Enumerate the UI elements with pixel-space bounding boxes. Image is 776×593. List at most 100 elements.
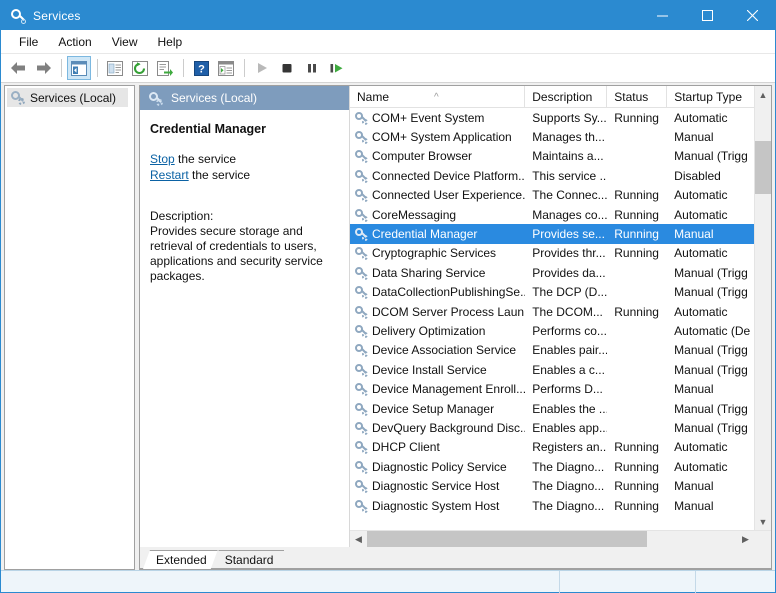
horizontal-scrollbar[interactable]: ◀ ▶ xyxy=(350,530,771,548)
tab-extended[interactable]: Extended xyxy=(143,550,218,569)
cell-startup: Automatic xyxy=(674,304,728,319)
show-hide-action-pane-icon[interactable] xyxy=(214,56,238,80)
services-gear-icon xyxy=(10,90,25,105)
toolbar: ? xyxy=(1,54,775,83)
cell-name-label: DCOM Server Process Laun... xyxy=(372,304,526,319)
forward-icon[interactable] xyxy=(31,56,55,80)
cell-name: Device Install Service xyxy=(350,363,525,377)
table-row[interactable]: DHCP Client Registers an... Running Automat… xyxy=(350,438,754,457)
menu-action[interactable]: Action xyxy=(48,32,101,52)
cell-name: DCOM Server Process Laun... xyxy=(350,305,525,319)
table-row[interactable]: Delivery Optimization Performs co... Autom… xyxy=(350,321,754,340)
stop-service-icon[interactable] xyxy=(275,56,299,80)
table-row[interactable]: Device Association Service Enables pair..… xyxy=(350,341,754,360)
window-title: Services xyxy=(33,8,81,23)
services-list-rows: COM+ Event System Supports Sy... Running Au… xyxy=(350,108,754,530)
column-header-description[interactable]: Description xyxy=(525,86,608,108)
cell-startup: Manual xyxy=(674,382,714,397)
minimize-icon[interactable] xyxy=(640,1,685,30)
show-hide-console-tree-icon[interactable] xyxy=(67,56,91,80)
table-row[interactable]: Credential Manager Provides se... Running M… xyxy=(350,224,754,244)
services-gear-icon xyxy=(354,460,368,474)
column-header-name[interactable]: Name ^ xyxy=(350,86,526,108)
cell-description: Enables the ... xyxy=(532,401,608,416)
column-header-name-label: Name xyxy=(357,89,390,104)
table-row[interactable]: Device Setup Manager Enables the ... Manua… xyxy=(350,399,754,418)
back-icon[interactable] xyxy=(6,56,30,80)
services-list-inner: Name ^ Description Status Startup Type C… xyxy=(350,86,771,530)
cell-name: Device Association Service xyxy=(350,343,525,358)
chevron-up-icon[interactable]: ▲ xyxy=(755,86,771,103)
detail-pane-header: Services (Local) xyxy=(140,86,349,110)
cell-name: Device Management Enroll... xyxy=(350,382,525,397)
table-row[interactable]: Device Install Service Enables a c... Manu… xyxy=(350,360,754,379)
table-row[interactable]: DataCollectionPublishingSe... The DCP (D.… xyxy=(350,283,754,302)
cell-name-label: Connected Device Platform... xyxy=(372,168,526,183)
cell-name: Diagnostic Service Host xyxy=(350,479,525,494)
cell-startup: Disabled xyxy=(674,168,721,183)
menu-help[interactable]: Help xyxy=(148,32,193,52)
table-row[interactable]: COM+ System Application Manages th... Manu… xyxy=(350,127,754,146)
svg-text:?: ? xyxy=(198,63,205,75)
vertical-scrollbar[interactable]: ▲ ▼ xyxy=(754,86,771,530)
column-header-status[interactable]: Status xyxy=(607,86,668,108)
export-list-icon[interactable] xyxy=(153,56,177,80)
horizontal-scroll-track[interactable] xyxy=(367,530,737,548)
cell-startup: Automatic xyxy=(674,110,728,125)
chevron-right-icon[interactable]: ▶ xyxy=(737,534,754,545)
table-row[interactable]: Diagnostic System Host The Diagno... Runni… xyxy=(350,496,754,515)
help-icon[interactable]: ? xyxy=(189,56,213,80)
services-gear-icon xyxy=(354,188,368,203)
service-detail-pane: Services (Local) Credential Manager Stop… xyxy=(140,86,349,547)
cell-description: Manages th... xyxy=(532,130,605,145)
table-row[interactable]: Data Sharing Service Provides da... Manual… xyxy=(350,263,754,282)
restart-service-link[interactable]: Restart xyxy=(150,168,189,182)
restart-service-icon[interactable] xyxy=(325,56,349,80)
chevron-left-icon[interactable]: ◀ xyxy=(350,534,367,545)
table-row[interactable]: Connected Device Platform... This service… xyxy=(350,166,754,185)
menu-file[interactable]: File xyxy=(9,32,48,52)
table-row[interactable]: DevQuery Background Disc... Enables app..… xyxy=(350,418,754,437)
services-gear-icon xyxy=(354,382,368,397)
horizontal-scroll-thumb[interactable] xyxy=(367,530,647,548)
table-row[interactable]: Diagnostic Service Host The Diagno... Runn… xyxy=(350,476,754,495)
column-header-startup-type[interactable]: Startup Type xyxy=(667,86,754,108)
tree-item-label: Services (Local) xyxy=(30,90,117,105)
services-gear-icon xyxy=(354,227,368,242)
vertical-scroll-track[interactable] xyxy=(755,103,771,513)
results-pane: Services (Local) Credential Manager Stop… xyxy=(139,85,772,570)
table-row[interactable]: DCOM Server Process Laun... The DCOM... Ru… xyxy=(350,302,754,321)
table-row[interactable]: Diagnostic Policy Service The Diagno... Ru… xyxy=(350,457,754,476)
table-row[interactable]: Computer Browser Maintains a... Manual (Tr… xyxy=(350,147,754,166)
status-bar xyxy=(1,570,775,593)
description-label: Description: xyxy=(150,209,214,223)
cell-startup: Manual (Trigg xyxy=(674,149,748,164)
properties-icon[interactable] xyxy=(103,56,127,80)
refresh-icon[interactable] xyxy=(128,56,152,80)
tree-item-services-local[interactable]: Services (Local) xyxy=(7,88,128,107)
chevron-down-icon[interactable]: ▼ xyxy=(755,513,771,530)
cell-description: Supports Sy... xyxy=(532,110,607,125)
cell-name: Data Sharing Service xyxy=(350,266,525,280)
vertical-scroll-thumb[interactable] xyxy=(755,141,771,194)
table-row[interactable]: Cryptographic Services Provides thr... Run… xyxy=(350,244,754,263)
table-row[interactable]: CoreMessaging Manages co... Running Automat… xyxy=(350,205,754,224)
tab-standard[interactable]: Standard xyxy=(212,550,285,569)
table-row[interactable]: Device Management Enroll... Performs D...… xyxy=(350,379,754,398)
pause-service-icon[interactable] xyxy=(300,56,324,80)
table-row[interactable]: Connected User Experience... The Connec..… xyxy=(350,186,754,205)
services-gear-icon xyxy=(354,363,368,377)
stop-service-link[interactable]: Stop xyxy=(150,152,175,166)
start-service-icon[interactable] xyxy=(250,56,274,80)
cell-status: Running xyxy=(614,227,659,242)
services-gear-icon xyxy=(354,130,368,145)
menu-view[interactable]: View xyxy=(102,32,148,52)
cell-name: Cryptographic Services xyxy=(350,246,525,261)
table-row[interactable]: COM+ Event System Supports Sy... Running Au… xyxy=(350,108,754,127)
status-bar-right xyxy=(695,570,775,593)
toolbar-separator xyxy=(244,59,245,77)
cell-startup: Manual (Trigg xyxy=(674,343,748,358)
maximize-icon[interactable] xyxy=(685,1,730,30)
close-icon[interactable] xyxy=(730,1,775,30)
detail-pane-header-label: Services (Local) xyxy=(171,91,258,105)
